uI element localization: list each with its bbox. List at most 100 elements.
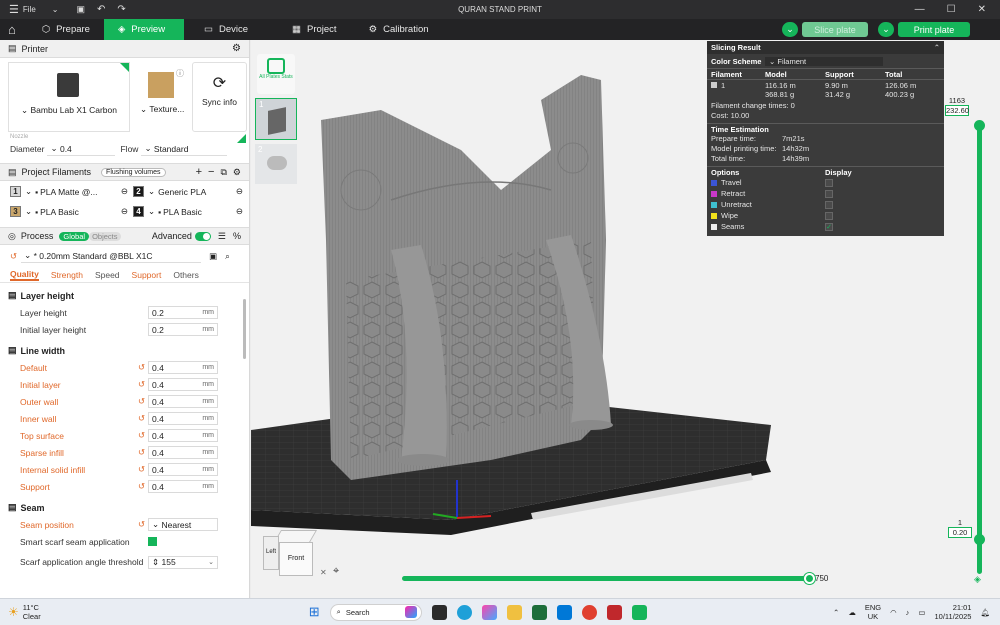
sync-info-button[interactable]: ⟳ Sync info	[192, 62, 247, 132]
list-icon[interactable]: ☰	[218, 231, 226, 242]
solidworks-icon[interactable]	[606, 604, 622, 620]
collapse-icon[interactable]: ⌃	[934, 43, 940, 52]
process-preset-select[interactable]: ⌄ * 0.20mm Standard @BBL X1C	[21, 249, 202, 263]
clock[interactable]: 21:01 10/11/2025	[934, 603, 971, 621]
tab-project[interactable]: ▦ Project	[262, 19, 351, 40]
advanced-switch[interactable]	[194, 231, 211, 241]
filament-swatch[interactable]: 3	[10, 206, 21, 217]
reset-icon[interactable]: ↺	[138, 519, 148, 530]
setting-input[interactable]: 0.2 mm	[148, 323, 218, 336]
tab-speed[interactable]: Speed	[95, 270, 120, 280]
fit-view-icon[interactable]: ⌖	[333, 565, 339, 578]
setting-input[interactable]: 0.4 mm	[148, 412, 218, 425]
all-plates-stats-button[interactable]: All Plates Stats	[257, 54, 295, 94]
option-display-checkbox[interactable]	[825, 189, 833, 198]
sync-filament-icon[interactable]: ⧉	[220, 167, 226, 178]
home-icon[interactable]: ⌂	[0, 19, 24, 40]
minimize-icon[interactable]: —	[915, 4, 925, 15]
battery-icon[interactable]: ▭	[918, 608, 925, 617]
filament-swatch[interactable]: 2	[133, 186, 144, 197]
slice-plate-button[interactable]: Slice plate	[802, 22, 868, 37]
filament-item[interactable]: 4 ⌄ ▪ PLA Basic ⊖	[133, 203, 243, 220]
layers-icon[interactable]: ◈	[974, 574, 981, 585]
language[interactable]: ENG	[865, 603, 881, 612]
plate-selector[interactable]: ⓘ ⌄ Texture...	[140, 62, 188, 132]
add-icon[interactable]: +	[196, 166, 202, 178]
weather-widget[interactable]: ☀ 11°C Clear	[8, 603, 41, 621]
percent-icon[interactable]: %	[233, 231, 241, 241]
close-cube-icon[interactable]: ✕	[320, 568, 327, 577]
global-toggle[interactable]: Global	[59, 231, 90, 241]
setting-input[interactable]: 0.4 mm	[148, 429, 218, 442]
reset-icon[interactable]: ↺	[138, 430, 148, 441]
task-view-icon[interactable]	[431, 604, 447, 620]
reset-icon[interactable]: ↺	[138, 396, 148, 407]
setting-input[interactable]: 0.4 mm	[148, 446, 218, 459]
store-icon[interactable]	[531, 604, 547, 620]
flushing-volumes-button[interactable]: Flushing volumes	[101, 167, 166, 177]
setting-input[interactable]: 0.4 mm	[148, 480, 218, 493]
file-explorer-icon[interactable]	[506, 604, 522, 620]
remove-filament-icon[interactable]: ⊖	[236, 206, 243, 217]
tab-device[interactable]: ▭ Device	[184, 19, 262, 40]
settings-scroll-area[interactable]: ▤ Layer height Layer height 0.2 mm Initial…	[0, 283, 249, 588]
remove-icon[interactable]: −	[208, 166, 214, 178]
layer-slider[interactable]	[977, 124, 982, 574]
option-display-checkbox[interactable]: ✓	[825, 222, 833, 231]
move-slider[interactable]	[402, 576, 812, 581]
filament-item[interactable]: 2 ⌄ Generic PLA ⊖	[133, 183, 243, 200]
maximize-icon[interactable]: ☐	[947, 4, 956, 15]
remove-filament-icon[interactable]: ⊖	[121, 186, 128, 197]
filament-swatch[interactable]: 1	[10, 186, 21, 197]
filament-swatch[interactable]: 4	[133, 206, 144, 217]
settings-icon[interactable]: ⚙	[233, 167, 241, 178]
filament-item[interactable]: 1 ⌄ ▪ PLA Matte @... ⊖	[10, 183, 128, 200]
tab-others[interactable]: Others	[173, 270, 199, 280]
remove-filament-icon[interactable]: ⊖	[121, 206, 128, 217]
slice-dropdown-icon[interactable]: ⌄	[782, 22, 798, 37]
setting-input[interactable]: 0.4 mm	[148, 395, 218, 408]
view-cube[interactable]: Left Front	[263, 528, 318, 576]
onedrive-icon[interactable]: ☁	[848, 608, 856, 617]
undo-icon[interactable]: ↶	[97, 4, 105, 15]
tab-quality[interactable]: Quality	[10, 269, 39, 281]
option-display-checkbox[interactable]	[825, 200, 833, 209]
plate-thumbnail[interactable]: 1	[255, 98, 297, 140]
seam-position-select[interactable]: ⌄ Nearest	[148, 518, 218, 531]
wifi-icon[interactable]: ◠	[890, 608, 897, 617]
filament-item[interactable]: 3 ⌄ ▪ PLA Basic ⊖	[10, 203, 128, 220]
search-icon[interactable]: ⌕	[225, 251, 230, 262]
print-plate-button[interactable]: Print plate	[898, 22, 970, 37]
bambu-studio-icon[interactable]	[631, 604, 647, 620]
plate-thumbnail[interactable]: 2	[255, 144, 297, 184]
printer-selector[interactable]: ⌄ Bambu Lab X1 Carbon	[8, 62, 130, 132]
reset-icon[interactable]: ↺	[138, 464, 148, 475]
scarf-seam-checkbox[interactable]	[148, 537, 157, 546]
notification-icon[interactable]: 🔔︎	[980, 608, 990, 617]
cube-left-face[interactable]: Left	[263, 536, 279, 570]
tab-prepare[interactable]: ⬡ Prepare	[24, 19, 104, 40]
angle-stepper[interactable]: ⇕ 155 ⌄	[148, 555, 218, 569]
file-menu[interactable]: ☰ File ⌄	[9, 3, 58, 16]
setting-input[interactable]: 0.2 mm	[148, 306, 218, 319]
chevron-up-icon[interactable]: ⌃	[833, 608, 839, 617]
reset-icon[interactable]: ↺	[138, 379, 148, 390]
tab-calibration[interactable]: ⚙ Calibration	[351, 19, 443, 40]
layer-top-handle[interactable]	[974, 120, 985, 131]
setting-input[interactable]: 0.4 mm	[148, 463, 218, 476]
move-slider-handle[interactable]	[804, 573, 815, 584]
reset-icon[interactable]: ↺	[138, 481, 148, 492]
remove-filament-icon[interactable]: ⊖	[236, 186, 243, 197]
option-display-checkbox[interactable]	[825, 178, 833, 187]
reset-icon[interactable]: ↺	[138, 362, 148, 373]
close-icon[interactable]: ✕	[978, 4, 986, 15]
redo-icon[interactable]: ↷	[117, 4, 125, 15]
objects-toggle[interactable]: Objects	[89, 231, 121, 241]
scrollbar[interactable]	[243, 299, 246, 359]
layer-bottom-handle[interactable]	[974, 534, 985, 545]
setting-input[interactable]: 0.4 mm	[148, 361, 218, 374]
reset-icon[interactable]: ↺	[138, 447, 148, 458]
flow-select[interactable]: ⌄ Standard	[141, 142, 228, 156]
save-icon[interactable]: ▣	[76, 4, 85, 15]
print-dropdown-icon[interactable]: ⌄	[878, 22, 894, 37]
